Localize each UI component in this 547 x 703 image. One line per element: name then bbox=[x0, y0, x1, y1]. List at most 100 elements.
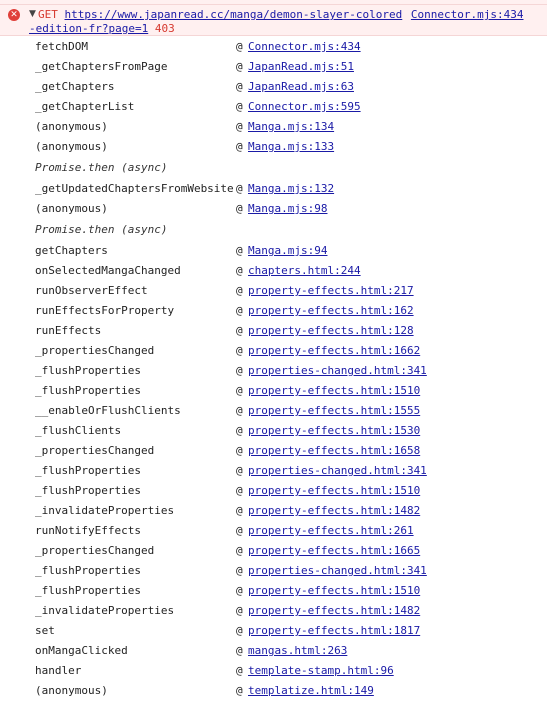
function-name: _getChaptersFromPage bbox=[35, 60, 168, 73]
source-location-link[interactable]: Manga.mjs:133 bbox=[248, 137, 334, 157]
stack-trace: fetchDOM @ Connector.mjs:434 _getChaptersFr… bbox=[0, 37, 547, 701]
at-symbol: @ bbox=[236, 644, 243, 657]
function-name: runObserverEffect bbox=[35, 284, 148, 297]
source-location-link[interactable]: JapanRead.mjs:63 bbox=[248, 77, 354, 97]
request-url[interactable]: https://www.japanread.cc/manga/demon-sla… bbox=[65, 8, 403, 21]
stack-frame: _invalidateProperties @ property-effects.h… bbox=[0, 601, 547, 621]
stack-frame: _propertiesChanged @ property-effects.html… bbox=[0, 441, 547, 461]
stack-frame: _getUpdatedChaptersFromWebsite @ Manga.mjs… bbox=[0, 179, 547, 199]
source-location-link[interactable]: properties-changed.html:341 bbox=[248, 561, 427, 581]
stack-frame: _flushProperties @ property-effects.html:1… bbox=[0, 381, 547, 401]
source-location-link[interactable]: mangas.html:263 bbox=[248, 641, 347, 661]
stack-frame: (anonymous) @ Manga.mjs:98 bbox=[0, 199, 547, 219]
stack-frame: _flushProperties @ properties-changed.html… bbox=[0, 461, 547, 481]
source-location-link[interactable]: properties-changed.html:341 bbox=[248, 461, 427, 481]
function-name: onSelectedMangaChanged bbox=[35, 264, 181, 277]
source-location-link[interactable]: property-effects.html:217 bbox=[248, 281, 414, 301]
source-location-link[interactable]: properties-changed.html:341 bbox=[248, 361, 427, 381]
error-line-1: GET https://www.japanread.cc/manga/demon… bbox=[38, 8, 523, 21]
at-symbol: @ bbox=[236, 664, 243, 677]
at-symbol: @ bbox=[236, 584, 243, 597]
source-location-link[interactable]: JapanRead.mjs:51 bbox=[248, 57, 354, 77]
function-name: _propertiesChanged bbox=[35, 444, 155, 457]
stack-frame: _propertiesChanged @ property-effects.html… bbox=[0, 341, 547, 361]
stack-frame: set @ property-effects.html:1817 bbox=[0, 621, 547, 641]
source-location-link[interactable]: property-effects.html:1817 bbox=[248, 621, 420, 641]
stack-frame: _getChapterList @ Connector.mjs:595 bbox=[0, 97, 547, 117]
http-method: GET bbox=[38, 8, 58, 21]
at-symbol: @ bbox=[236, 524, 243, 537]
at-symbol: @ bbox=[236, 304, 243, 317]
at-symbol: @ bbox=[236, 140, 243, 153]
source-location-link[interactable]: templatize.html:149 bbox=[248, 681, 374, 701]
stack-frame: getChapters @ Manga.mjs:94 bbox=[0, 241, 547, 261]
async-separator: Promise.then (async) bbox=[0, 157, 547, 179]
function-name: _flushProperties bbox=[35, 564, 141, 577]
stack-frame: _flushProperties @ properties-changed.html… bbox=[0, 361, 547, 381]
at-symbol: @ bbox=[236, 544, 243, 557]
stack-frame: onMangaClicked @ mangas.html:263 bbox=[0, 641, 547, 661]
source-location-link[interactable]: property-effects.html:1665 bbox=[248, 541, 420, 561]
stack-frame: runObserverEffect @ property-effects.html:… bbox=[0, 281, 547, 301]
error-source-link[interactable]: Connector.mjs:434 bbox=[411, 8, 524, 21]
function-name: fetchDOM bbox=[35, 40, 88, 53]
source-location-link[interactable]: template-stamp.html:96 bbox=[248, 661, 394, 681]
at-symbol: @ bbox=[236, 624, 243, 637]
function-name: _flushClients bbox=[35, 424, 122, 437]
source-location-link[interactable]: property-effects.html:1510 bbox=[248, 581, 420, 601]
at-symbol: @ bbox=[236, 244, 243, 257]
source-location-link[interactable]: property-effects.html:1510 bbox=[248, 481, 420, 501]
stack-frame: (anonymous) @ Manga.mjs:134 bbox=[0, 117, 547, 137]
function-name: runEffects bbox=[35, 324, 102, 337]
at-symbol: @ bbox=[236, 684, 243, 697]
at-symbol: @ bbox=[236, 100, 243, 113]
stack-frame: _flushProperties @ properties-changed.html… bbox=[0, 561, 547, 581]
source-location-link[interactable]: Manga.mjs:98 bbox=[248, 199, 327, 219]
stack-frame: runEffects @ property-effects.html:128 bbox=[0, 321, 547, 341]
function-name: _propertiesChanged bbox=[35, 344, 155, 357]
source-location-link[interactable]: property-effects.html:1662 bbox=[248, 341, 420, 361]
stack-frame: runNotifyEffects @ property-effects.html:2… bbox=[0, 521, 547, 541]
source-location-link[interactable]: Manga.mjs:132 bbox=[248, 179, 334, 199]
stack-frame: handler @ template-stamp.html:96 bbox=[0, 661, 547, 681]
at-symbol: @ bbox=[236, 364, 243, 377]
stack-frame: __enableOrFlushClients @ property-effects.… bbox=[0, 401, 547, 421]
at-symbol: @ bbox=[236, 404, 243, 417]
stack-frame: _flushClients @ property-effects.html:1530 bbox=[0, 421, 547, 441]
source-location-link[interactable]: Manga.mjs:134 bbox=[248, 117, 334, 137]
at-symbol: @ bbox=[236, 40, 243, 53]
source-location-link[interactable]: property-effects.html:128 bbox=[248, 321, 414, 341]
source-location-link[interactable]: property-effects.html:1510 bbox=[248, 381, 420, 401]
triangle-down-icon[interactable]: ▼ bbox=[29, 9, 36, 19]
at-symbol: @ bbox=[236, 324, 243, 337]
at-symbol: @ bbox=[236, 604, 243, 617]
source-location-link[interactable]: Manga.mjs:94 bbox=[248, 241, 327, 261]
source-location-link[interactable]: Connector.mjs:434 bbox=[248, 37, 361, 57]
function-name: handler bbox=[35, 664, 82, 677]
source-location-link[interactable]: property-effects.html:162 bbox=[248, 301, 414, 321]
source-location-link[interactable]: property-effects.html:1555 bbox=[248, 401, 420, 421]
source-location-link[interactable]: chapters.html:244 bbox=[248, 261, 361, 281]
source-location-link[interactable]: property-effects.html:1530 bbox=[248, 421, 420, 441]
function-name: _getChapters bbox=[35, 80, 115, 93]
source-location-link[interactable]: Connector.mjs:595 bbox=[248, 97, 361, 117]
at-symbol: @ bbox=[236, 202, 243, 215]
stack-frame: runEffectsForProperty @ property-effects.h… bbox=[0, 301, 547, 321]
at-symbol: @ bbox=[236, 120, 243, 133]
function-name: runNotifyEffects bbox=[35, 524, 141, 537]
network-error-message: ✕ ▼ GET https://www.japanread.cc/manga/d… bbox=[0, 5, 547, 36]
source-location-link[interactable]: property-effects.html:1482 bbox=[248, 601, 420, 621]
function-name: onMangaClicked bbox=[35, 644, 128, 657]
source-location-link[interactable]: property-effects.html:1482 bbox=[248, 501, 420, 521]
error-circle-icon: ✕ bbox=[8, 9, 20, 21]
at-symbol: @ bbox=[236, 264, 243, 277]
error-line-2: -edition-fr?page=1 403 bbox=[29, 22, 175, 35]
function-name: _propertiesChanged bbox=[35, 544, 155, 557]
stack-frame: _invalidateProperties @ property-effects.h… bbox=[0, 501, 547, 521]
request-url-continued[interactable]: -edition-fr?page=1 bbox=[29, 22, 148, 35]
at-symbol: @ bbox=[236, 484, 243, 497]
stack-frame: (anonymous) @ Manga.mjs:133 bbox=[0, 137, 547, 157]
source-location-link[interactable]: property-effects.html:1658 bbox=[248, 441, 420, 461]
source-location-link[interactable]: property-effects.html:261 bbox=[248, 521, 414, 541]
function-name: (anonymous) bbox=[35, 202, 108, 215]
